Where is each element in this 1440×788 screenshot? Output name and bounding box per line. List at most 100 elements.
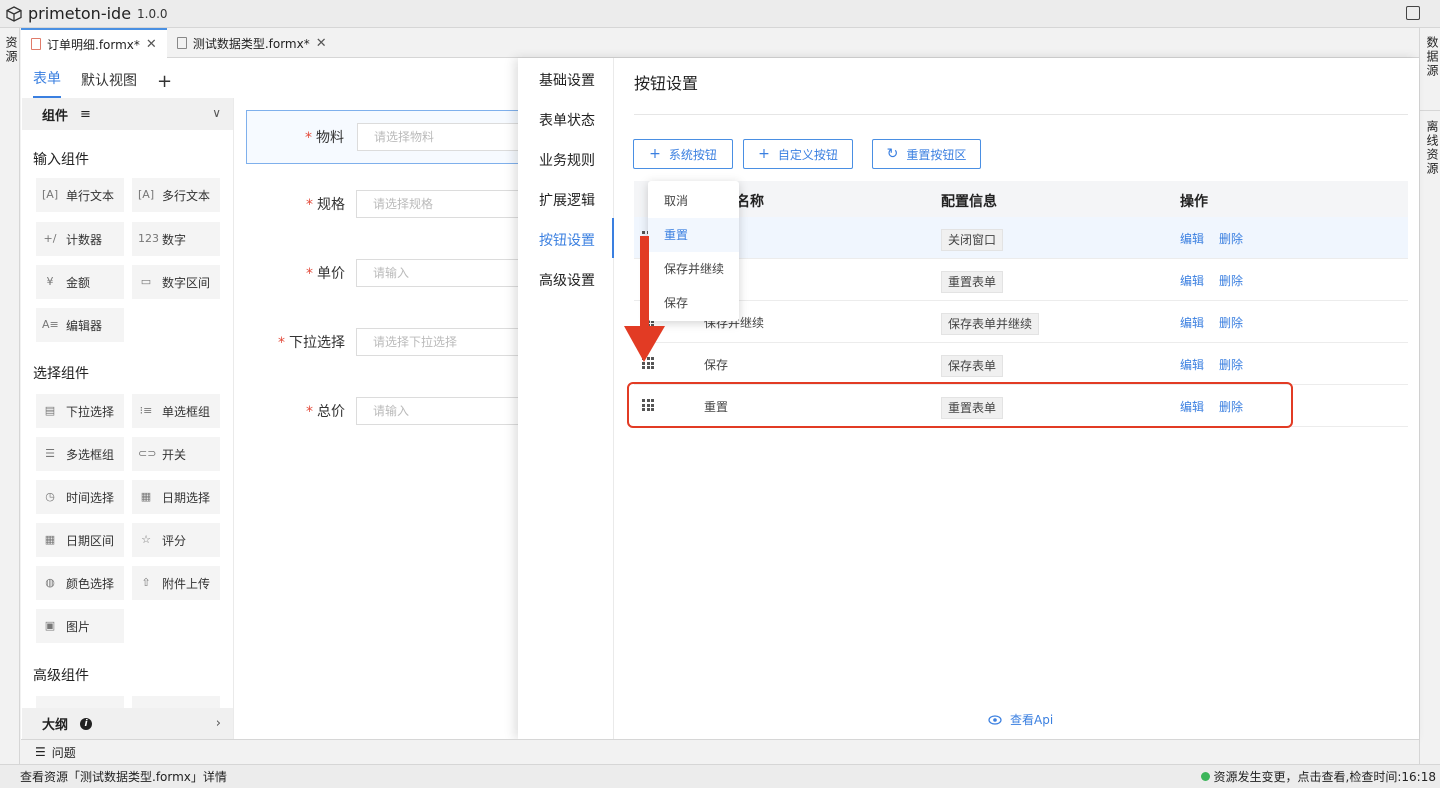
menu-icon[interactable]: ≡ xyxy=(80,107,91,122)
component-color-picker[interactable]: ◍ 颜色选择 xyxy=(36,566,124,600)
status-left-text[interactable]: 查看资源「测试数据类型.formx」详情 xyxy=(20,768,227,785)
divider xyxy=(634,114,1408,115)
component-advanced-placeholder[interactable] xyxy=(132,696,220,708)
status-bar: 查看资源「测试数据类型.formx」详情 资源发生变更，点击查看,检查时间:16… xyxy=(0,764,1440,788)
delete-link[interactable]: 删除 xyxy=(1219,356,1243,373)
component-date-picker[interactable]: ▦ 日期选择 xyxy=(132,480,220,514)
save-icon[interactable] xyxy=(1406,6,1420,20)
checkbox-list-icon: ☰ xyxy=(45,447,55,460)
component-checkbox-group[interactable]: ☰ 多选框组 xyxy=(36,437,124,471)
status-dot-icon xyxy=(1200,772,1210,781)
palette-icon: ◍ xyxy=(45,576,55,589)
edit-link[interactable]: 编辑 xyxy=(1180,230,1204,247)
component-editor[interactable]: A≡ 编辑器 xyxy=(36,308,124,342)
component-image[interactable]: ▣ 图片 xyxy=(36,609,124,643)
material-select[interactable]: 请选择物料 xyxy=(357,123,527,151)
edit-link[interactable]: 编辑 xyxy=(1180,272,1204,289)
form-field-material[interactable]: * 物料 请选择物料 xyxy=(246,110,527,164)
datasource-rail-label[interactable]: 数据源 xyxy=(1424,36,1440,78)
outline-title: 大纲 xyxy=(42,718,69,733)
component-advanced-placeholder[interactable] xyxy=(36,696,124,708)
components-list: 输入组件 [A] 单行文本 [A] 多行文本 +/计数器 123 数字 ¥ 金额 ▭ 数字… xyxy=(22,130,233,708)
component-number[interactable]: 123 数字 xyxy=(132,222,220,256)
dropdown-item-cancel[interactable]: 取消 xyxy=(648,184,739,218)
column-name: 名称 xyxy=(736,194,764,210)
settings-nav: 基础设置 表单状态 业务规则 扩展逻辑 按钮设置 高级设置 xyxy=(518,58,614,739)
field-label: * 规格 xyxy=(306,197,345,213)
editor-tab-test-types[interactable]: 测试数据类型.formx* ✕ xyxy=(167,28,337,58)
tab-default-view[interactable]: 默认视图 xyxy=(81,70,137,98)
component-switch[interactable]: ⊂⊃ 开关 xyxy=(132,437,220,471)
component-date-range[interactable]: ▦ 日期区间 xyxy=(36,523,124,557)
button-name: 保存 xyxy=(704,358,729,372)
star-icon: ☆ xyxy=(141,533,151,546)
form-field-dropdown[interactable]: * 下拉选择 请选择下拉选择 xyxy=(246,316,526,370)
dropdown-icon: ▤ xyxy=(44,404,56,417)
dropdown-select[interactable]: 请选择下拉选择 xyxy=(356,328,526,356)
active-nav-indicator xyxy=(612,218,614,258)
editor-tab-order-detail[interactable]: 订单明细.formx* ✕ xyxy=(21,28,167,58)
component-upload[interactable]: ⇧ 附件上传 xyxy=(132,566,220,600)
left-rail: 资源 xyxy=(0,28,20,764)
outline-header[interactable]: 大纲 i › xyxy=(22,708,233,739)
status-right[interactable]: 资源发生变更，点击查看,检查时间:16:18 xyxy=(1200,768,1436,785)
close-icon[interactable]: ✕ xyxy=(146,37,157,52)
delete-link[interactable]: 删除 xyxy=(1219,230,1243,247)
toggle-icon: ⊂⊃ xyxy=(138,447,157,460)
app-logo-icon xyxy=(6,5,22,22)
reset-button-area-button[interactable]: ↻ 重置按钮区 xyxy=(872,139,981,169)
settings-nav-advanced[interactable]: 高级设置 xyxy=(539,270,595,290)
list-icon: ☰ xyxy=(35,745,46,759)
delete-link[interactable]: 删除 xyxy=(1219,272,1243,289)
component-multi-text[interactable]: [A] 多行文本 xyxy=(132,178,220,212)
problems-bar[interactable]: ☰ 问题 xyxy=(21,739,1419,764)
delete-link[interactable]: 删除 xyxy=(1219,314,1243,331)
table-row[interactable]: 保存 保存表单 编辑 删除 xyxy=(634,343,1408,385)
table-row[interactable]: 关闭窗口 编辑 删除 xyxy=(634,217,1408,259)
panel-title: 按钮设置 xyxy=(634,74,699,93)
component-dropdown[interactable]: ▤ 下拉选择 xyxy=(36,394,124,428)
settings-nav-buttons[interactable]: 按钮设置 xyxy=(539,230,595,250)
chevron-down-icon[interactable]: ∨ xyxy=(212,106,221,120)
table-row[interactable]: 重置表单 编辑 删除 xyxy=(634,259,1408,301)
components-header[interactable]: 组件 ≡ ∨ xyxy=(22,98,233,130)
form-field-spec[interactable]: * 规格 请选择规格 xyxy=(246,178,526,232)
editor-tab-bar: 订单明细.formx* ✕ 测试数据类型.formx* ✕ xyxy=(21,28,1419,58)
custom-button-button[interactable]: + 自定义按钮 xyxy=(743,139,853,169)
table-row[interactable]: 保存并继续 保存表单并继续 编辑 删除 xyxy=(634,301,1408,343)
form-field-price[interactable]: * 单价 请输入 xyxy=(246,247,526,301)
add-view-button[interactable]: + xyxy=(157,71,172,98)
component-time-picker[interactable]: ◷ 时间选择 xyxy=(36,480,124,514)
settings-nav-basic[interactable]: 基础设置 xyxy=(539,70,595,90)
spec-select[interactable]: 请选择规格 xyxy=(356,190,526,218)
calendar-range-icon: ▦ xyxy=(44,533,56,546)
image-icon: ▣ xyxy=(44,619,56,632)
view-api-link[interactable]: 查看Api xyxy=(988,711,1053,728)
settings-nav-form-state[interactable]: 表单状态 xyxy=(539,110,595,130)
component-number-range[interactable]: ▭ 数字区间 xyxy=(132,265,220,299)
settings-nav-business-rules[interactable]: 业务规则 xyxy=(539,150,595,170)
form-field-total[interactable]: * 总价 请输入 xyxy=(246,385,526,439)
settings-nav-extension[interactable]: 扩展逻辑 xyxy=(539,190,595,210)
field-label: * 物料 xyxy=(305,130,344,146)
chevron-right-icon[interactable]: › xyxy=(216,716,221,731)
component-counter[interactable]: +/计数器 xyxy=(36,222,124,256)
system-buttons-button[interactable]: + 系统按钮 xyxy=(633,139,733,169)
tab-form[interactable]: 表单 xyxy=(33,68,61,98)
component-rating[interactable]: ☆ 评分 xyxy=(132,523,220,557)
edit-link[interactable]: 编辑 xyxy=(1180,314,1204,331)
app-version: 1.0.0 xyxy=(137,6,168,21)
price-input[interactable]: 请输入 xyxy=(356,259,526,287)
calendar-icon: ▦ xyxy=(140,490,152,503)
total-input[interactable]: 请输入 xyxy=(356,397,526,425)
view-tabs: 表单 默认视图 + xyxy=(21,58,233,98)
component-amount[interactable]: ¥ 金额 xyxy=(36,265,124,299)
resources-rail-label[interactable]: 资源 xyxy=(3,36,20,64)
offline-resources-rail-label[interactable]: 离线资源 xyxy=(1424,120,1440,176)
component-radio-group[interactable]: ⁝≡ 单选框组 xyxy=(132,394,220,428)
component-single-text[interactable]: [A] 单行文本 xyxy=(36,178,124,212)
currency-icon: ¥ xyxy=(46,275,54,288)
number-icon: 123 xyxy=(138,232,159,245)
close-icon[interactable]: ✕ xyxy=(316,36,327,51)
edit-link[interactable]: 编辑 xyxy=(1180,356,1204,373)
